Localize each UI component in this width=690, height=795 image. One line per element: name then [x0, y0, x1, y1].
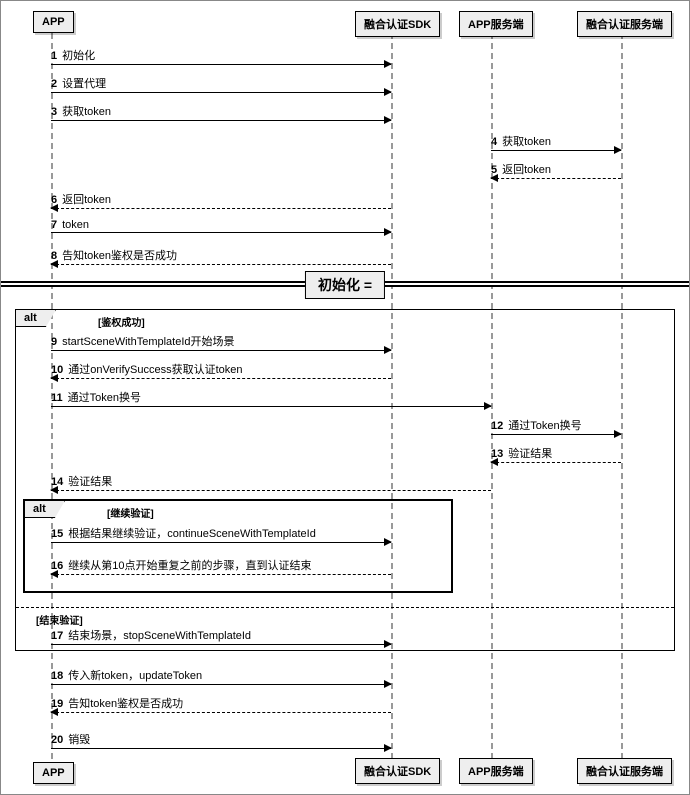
msg-11: 11 通过Token换号	[51, 389, 491, 407]
msg-text: 初始化	[62, 50, 95, 62]
msg-num: 20	[51, 734, 63, 746]
msg-text: 返回token	[62, 194, 111, 206]
participant-appserver-bottom: APP服务端	[459, 758, 533, 784]
msg-5: 5返回token	[491, 161, 621, 179]
participant-authserver-bottom: 融合认证服务端	[577, 758, 672, 784]
msg-text: 验证结果	[68, 476, 112, 488]
msg-num: 17	[51, 630, 63, 642]
msg-text: 获取token	[502, 136, 551, 148]
participant-sdk-bottom: 融合认证SDK	[355, 758, 440, 784]
alt-inner: alt [继续验证]	[23, 499, 453, 593]
msg-num: 15	[51, 528, 63, 540]
msg-18: 18 传入新token，updateToken	[51, 667, 391, 685]
msg-text: 销毁	[68, 734, 90, 746]
msg-10: 10通过onVerifySuccess获取认证token	[51, 361, 391, 379]
msg-num: 2	[51, 78, 57, 90]
alt-outer-label: alt	[16, 310, 56, 327]
msg-15: 15 根据结果继续验证，continueSceneWithTemplateId	[51, 525, 391, 543]
msg-4: 4 获取token	[491, 133, 621, 151]
msg-num: 3	[51, 106, 57, 118]
msg-9: 9 startSceneWithTemplateId开始场景	[51, 333, 391, 351]
msg-6: 6返回token	[51, 191, 391, 209]
msg-text: 获取token	[62, 106, 111, 118]
msg-12: 12 通过Token换号	[491, 417, 621, 435]
alt-inner-label: alt	[25, 501, 65, 518]
msg-num: 18	[51, 670, 63, 682]
msg-num: 4	[491, 136, 497, 148]
divider-label: 初始化 =	[305, 271, 385, 299]
msg-text: 根据结果继续验证，continueSceneWithTemplateId	[68, 528, 316, 540]
participant-authserver-top: 融合认证服务端	[577, 11, 672, 37]
msg-text: 设置代理	[62, 78, 106, 90]
msg-num: 11	[51, 392, 63, 404]
msg-2: 2 设置代理	[51, 75, 391, 93]
msg-text: 通过onVerifySuccess获取认证token	[68, 364, 242, 376]
participant-app-top: APP	[33, 11, 74, 33]
msg-19: 19告知token鉴权是否成功	[51, 695, 391, 713]
msg-16: 16继续从第10点开始重复之前的步骤，直到认证结束	[51, 557, 391, 575]
msg-text: 结束场景，stopSceneWithTemplateId	[68, 630, 251, 642]
msg-text: 返回token	[502, 164, 551, 176]
sequence-diagram: APP 融合认证SDK APP服务端 融合认证服务端 APP 融合认证SDK A…	[0, 0, 690, 795]
msg-text: 继续从第10点开始重复之前的步骤，直到认证结束	[68, 560, 311, 572]
msg-20: 20 销毁	[51, 731, 391, 749]
msg-num: 12	[491, 420, 503, 432]
divider-init: 初始化 =	[1, 281, 689, 287]
msg-13: 13验证结果	[491, 445, 621, 463]
alt-outer-sep	[16, 607, 674, 608]
alt-inner-cond: [继续验证]	[107, 505, 154, 520]
msg-text: 验证结果	[508, 448, 552, 460]
msg-1: 1 初始化	[51, 47, 391, 65]
msg-text: startSceneWithTemplateId开始场景	[62, 336, 234, 348]
msg-text: token	[62, 219, 89, 231]
msg-text: 通过Token换号	[508, 420, 581, 432]
msg-num: 1	[51, 50, 57, 62]
msg-17: 17 结束场景，stopSceneWithTemplateId	[51, 627, 391, 645]
participant-app-bottom: APP	[33, 762, 74, 784]
msg-text: 告知token鉴权是否成功	[62, 250, 177, 262]
msg-num: 9	[51, 336, 57, 348]
msg-text: 传入新token，updateToken	[68, 670, 202, 682]
alt-outer-cond2: [结束验证]	[36, 612, 83, 627]
msg-3: 3 获取token	[51, 103, 391, 121]
msg-8: 8告知token鉴权是否成功	[51, 247, 391, 265]
alt-outer-cond1: [鉴权成功]	[98, 314, 145, 329]
msg-text: 告知token鉴权是否成功	[68, 698, 183, 710]
participant-appserver-top: APP服务端	[459, 11, 533, 37]
msg-7: 7 token	[51, 219, 391, 233]
msg-text: 通过Token换号	[68, 392, 141, 404]
participant-sdk-top: 融合认证SDK	[355, 11, 440, 37]
msg-num: 7	[51, 219, 57, 231]
msg-14: 14验证结果	[51, 473, 491, 491]
